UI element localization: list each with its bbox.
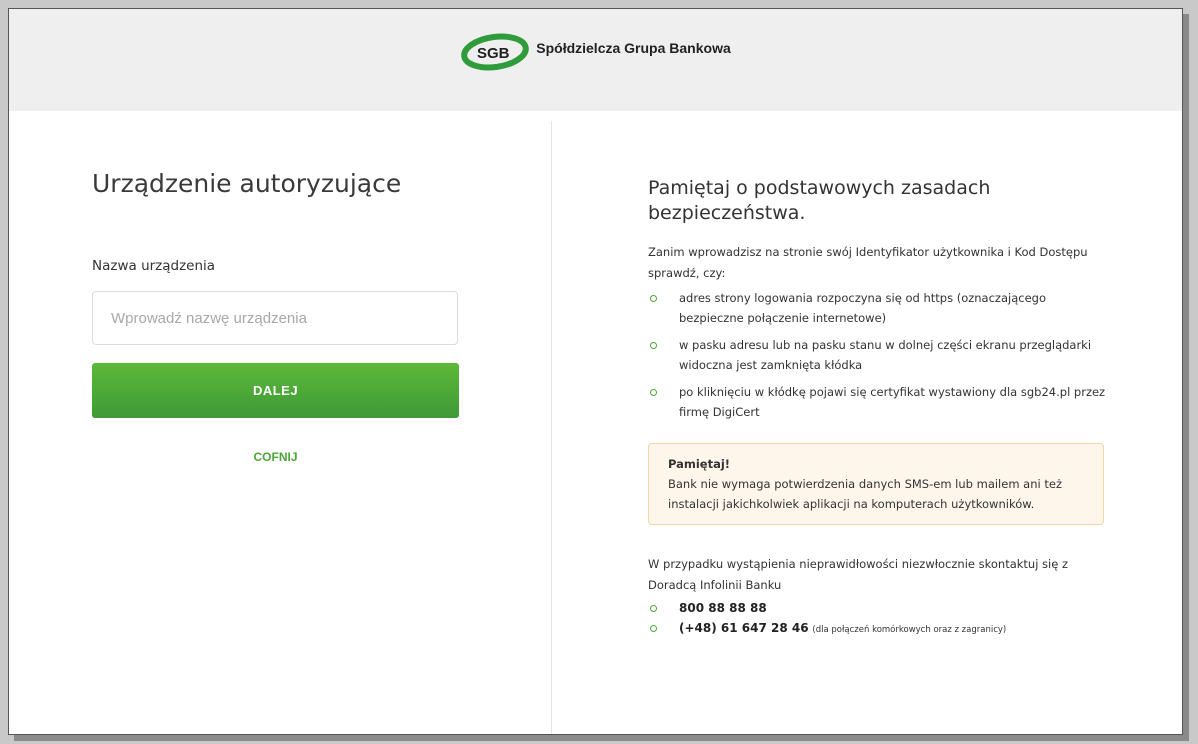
circle-bullet-icon	[650, 389, 657, 396]
app-frame: SGB Spółdzielcza Grupa Bankowa Urządzeni…	[8, 8, 1183, 735]
circle-bullet-icon	[650, 625, 657, 632]
warning-notice: Pamiętaj! Bank nie wymaga potwierdzenia …	[648, 443, 1104, 525]
notice-text: Bank nie wymaga potwierdzenia danych SMS…	[668, 477, 1062, 511]
list-item-text: adres strony logowania rozpoczyna się od…	[679, 291, 1046, 325]
brand-name: Spółdzielcza Grupa Bankowa	[536, 40, 731, 56]
list-item: (+48) 61 647 28 46 (dla połączeń komórko…	[648, 618, 1108, 640]
circle-bullet-icon	[650, 605, 657, 612]
security-title: Pamiętaj o podstawowych zasadach bezpiec…	[648, 177, 991, 224]
column-divider	[551, 121, 552, 734]
list-item-text: w pasku adresu lub na pasku stanu w doln…	[679, 338, 1092, 372]
list-item: 800 88 88 88	[648, 598, 1108, 618]
list-item: w pasku adresu lub na pasku stanu w doln…	[648, 335, 1109, 375]
phone-list: 800 88 88 88 (+48) 61 647 28 46 (dla poł…	[648, 598, 1108, 640]
list-item-text: po kliknięciu w kłódkę pojawi się certyf…	[679, 385, 1106, 419]
circle-bullet-icon	[650, 342, 657, 349]
circle-bullet-icon	[650, 295, 657, 302]
header: SGB Spółdzielcza Grupa Bankowa	[9, 9, 1182, 111]
next-button[interactable]: DALEJ	[92, 363, 459, 418]
page-title: Urządzenie autoryzujące	[92, 169, 402, 198]
logo-text: SGB	[477, 45, 510, 62]
list-item: po kliknięciu w kłódkę pojawi się certyf…	[648, 382, 1109, 422]
phone-note: (dla połączeń komórkowych oraz z zagrani…	[812, 625, 1007, 635]
device-name-label: Nazwa urządzenia	[92, 258, 216, 274]
notice-title: Pamiętaj!	[668, 457, 731, 471]
security-checklist: adres strony logowania rozpoczyna się od…	[648, 288, 1108, 422]
list-item: adres strony logowania rozpoczyna się od…	[648, 288, 1109, 328]
phone-number: 800 88 88 88	[679, 601, 767, 615]
phone-number: (+48) 61 647 28 46	[679, 621, 809, 635]
login-form: Urządzenie autoryzujące Nazwa urządzenia…	[92, 169, 462, 464]
sgb-logo: SGB	[461, 33, 530, 71]
contact-text: W przypadku wystąpienia nieprawidłowości…	[648, 557, 1069, 592]
back-link[interactable]: COFNIJ	[92, 450, 459, 464]
brand[interactable]: SGB Spółdzielcza Grupa Bankowa	[460, 31, 731, 71]
security-info: Pamiętaj o podstawowych zasadach bezpiec…	[648, 176, 1108, 640]
security-intro: Zanim wprowadzisz na stronie swój Identy…	[648, 245, 1088, 280]
device-name-input[interactable]	[92, 291, 458, 345]
